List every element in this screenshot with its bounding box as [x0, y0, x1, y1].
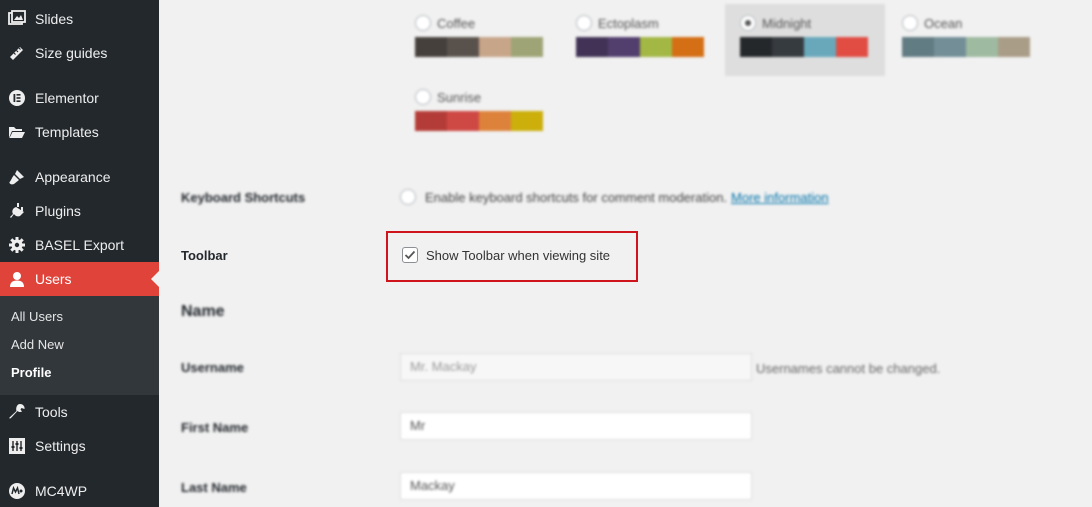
elementor-icon [7, 88, 27, 108]
scheme-name: Sunrise [437, 89, 482, 105]
username-label: Username [181, 360, 244, 375]
menu-item-elementor[interactable]: Elementor [0, 81, 159, 115]
first-name-field[interactable]: Mr [400, 412, 752, 440]
color-scheme-sunrise[interactable]: Sunrise [415, 80, 573, 150]
color-swatch [934, 37, 966, 57]
color-swatch [608, 37, 640, 57]
color-swatch [966, 37, 998, 57]
submenu-profile[interactable]: Profile [0, 360, 159, 388]
radio-button[interactable] [576, 15, 592, 31]
color-swatch [447, 37, 479, 57]
admin-sidebar: Slides Size guides Elementor Templates A… [0, 0, 159, 507]
radio-button[interactable] [415, 89, 431, 105]
color-swatch [415, 111, 447, 131]
menu-label: Plugins [35, 203, 81, 219]
color-swatch [479, 37, 511, 57]
profile-content: Coffee Ectoplasm Midnight Ocean Sunrise … [159, 0, 1092, 507]
checkmark-icon [404, 250, 416, 260]
menu-item-basel-export[interactable]: BASEL Export [0, 228, 159, 262]
last-name-label: Last Name [181, 480, 247, 495]
mc4wp-icon [7, 481, 27, 501]
menu-item-size-guides[interactable]: Size guides [0, 36, 159, 70]
more-information-link[interactable]: More information [731, 190, 829, 205]
color-scheme-midnight[interactable]: Midnight [725, 4, 885, 76]
menu-label: BASEL Export [35, 237, 124, 253]
color-swatch [804, 37, 836, 57]
last-name-field[interactable]: Mackay [400, 472, 752, 500]
submenu-all-users[interactable]: All Users [0, 304, 159, 332]
first-name-label: First Name [181, 420, 249, 435]
color-swatch [672, 37, 704, 57]
username-note: Usernames cannot be changed. [756, 361, 941, 376]
scheme-name: Midnight [762, 15, 812, 31]
paintbrush-icon [7, 167, 27, 187]
user-icon [7, 269, 27, 289]
username-field: Mr. Mackay [400, 353, 752, 381]
name-section-title: Name [181, 303, 225, 320]
color-swatch [447, 111, 479, 131]
color-swatch [772, 37, 804, 57]
color-swatch [511, 37, 543, 57]
wrench-icon [7, 402, 27, 422]
menu-label: Appearance [35, 169, 111, 185]
keyboard-shortcuts-label: Keyboard Shortcuts [181, 190, 306, 205]
scheme-name: Ocean [924, 15, 963, 31]
radio-button[interactable] [740, 15, 756, 31]
scheme-name: Coffee [437, 15, 476, 31]
menu-item-mc4wp[interactable]: MC4WP [0, 474, 159, 507]
menu-label: Size guides [35, 45, 108, 61]
show-toolbar-checkbox[interactable] [402, 247, 418, 263]
submenu-add-new[interactable]: Add New [0, 332, 159, 360]
color-swatch [479, 111, 511, 131]
menu-item-appearance[interactable]: Appearance [0, 160, 159, 194]
color-swatches [415, 37, 573, 57]
color-swatches [415, 111, 573, 131]
menu-item-templates[interactable]: Templates [0, 115, 159, 149]
color-swatch [902, 37, 934, 57]
color-swatch [740, 37, 772, 57]
menu-label: Templates [35, 124, 99, 140]
menu-item-settings[interactable]: Settings [0, 429, 159, 463]
scheme-name: Ectoplasm [598, 15, 659, 31]
color-swatch [998, 37, 1030, 57]
menu-label: MC4WP [35, 483, 88, 499]
menu-label: Settings [35, 438, 86, 454]
color-scheme-ocean[interactable]: Ocean [902, 6, 1060, 76]
color-swatches [576, 37, 734, 57]
menu-item-slides[interactable]: Slides [0, 2, 159, 36]
color-scheme-coffee[interactable]: Coffee [415, 6, 573, 76]
color-swatch [576, 37, 608, 57]
radio-button[interactable] [902, 15, 918, 31]
color-swatches [740, 37, 885, 57]
ruler-icon [7, 43, 27, 63]
menu-item-plugins[interactable]: Plugins [0, 194, 159, 228]
slides-icon [7, 9, 27, 29]
keyboard-shortcuts-checkbox[interactable] [400, 189, 416, 205]
color-swatch [640, 37, 672, 57]
menu-label: Users [35, 271, 72, 287]
color-scheme-ectoplasm[interactable]: Ectoplasm [576, 6, 734, 76]
menu-label: Slides [35, 11, 74, 27]
gear-icon [7, 235, 27, 255]
menu-label: Tools [35, 404, 68, 420]
radio-button[interactable] [415, 15, 431, 31]
users-submenu: All Users Add New Profile [0, 296, 159, 395]
toolbar-label: Toolbar [181, 248, 228, 263]
menu-item-tools[interactable]: Tools [0, 395, 159, 429]
menu-label: Elementor [35, 90, 99, 106]
color-swatch [415, 37, 447, 57]
color-swatch [836, 37, 868, 57]
color-swatches [902, 37, 1060, 57]
menu-item-users[interactable]: Users [0, 262, 159, 296]
keyboard-shortcuts-text: Enable keyboard shortcuts for comment mo… [425, 189, 728, 205]
show-toolbar-label: Show Toolbar when viewing site [426, 247, 611, 263]
settings-sliders-icon [7, 436, 27, 456]
show-toolbar-option[interactable]: Show Toolbar when viewing site [402, 247, 610, 263]
folder-open-icon [7, 122, 27, 142]
plugin-icon [7, 201, 27, 221]
toolbar-highlight-box: Show Toolbar when viewing site [386, 231, 638, 282]
color-swatch [511, 111, 543, 131]
